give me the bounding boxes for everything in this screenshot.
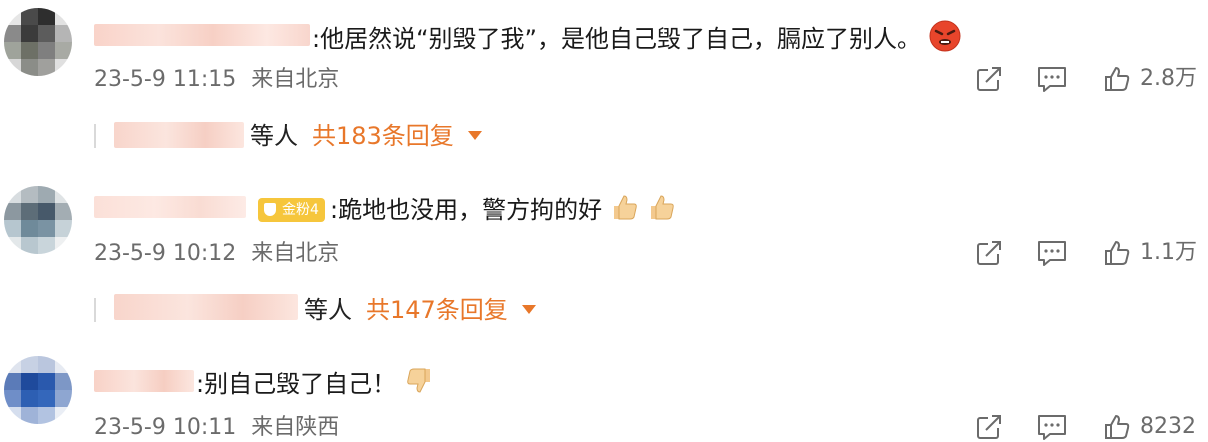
like-button[interactable]: 1.1万 <box>1102 238 1197 268</box>
comment-icon <box>1038 415 1066 440</box>
like-button[interactable]: 2.8万 <box>1102 64 1197 94</box>
chevron-down-icon <box>467 130 482 140</box>
like-button[interactable]: 8232 <box>1102 412 1196 442</box>
like-count: 2.8万 <box>1140 66 1197 91</box>
reply-suffix: 等人 <box>250 122 298 150</box>
comment-meta: 23-5-9 10:12 来自北京 <box>94 240 339 268</box>
share-icon <box>977 67 1001 91</box>
share-icon <box>977 241 1001 265</box>
thumbs-up-icon <box>647 192 677 230</box>
thumbs-up-icon <box>1105 67 1130 91</box>
chevron-down-icon <box>521 304 536 314</box>
comment-icon <box>1038 241 1066 266</box>
reply-divider <box>94 298 96 322</box>
share-button[interactable] <box>974 64 1004 94</box>
reply-count[interactable]: 共147条回复 <box>366 296 508 324</box>
comment-text: :别自己毁了自己！ <box>196 366 434 404</box>
reply-username-blurred[interactable] <box>114 294 298 320</box>
reply-count[interactable]: 共183条回复 <box>312 122 454 150</box>
like-count: 8232 <box>1140 414 1196 439</box>
thumbs-up-icon <box>610 192 640 230</box>
avatar[interactable] <box>4 356 72 424</box>
fan-badge[interactable]: 金粉4 <box>258 198 325 222</box>
reply-summary[interactable]: 等人 共147条回复 <box>304 294 536 326</box>
reply-suffix: 等人 <box>304 296 352 324</box>
thumbs-up-icon <box>1105 415 1130 439</box>
thumbs-up-icon <box>1105 241 1130 265</box>
reply-summary[interactable]: 等人 共183条回复 <box>250 120 482 152</box>
comment-text: :他居然说“别毁了我”，是他自己毁了自己，膈应了别人。 <box>312 20 961 60</box>
username-blurred[interactable] <box>94 370 194 392</box>
share-button[interactable] <box>974 238 1004 268</box>
reply-username-blurred[interactable] <box>114 122 244 148</box>
comment-meta: 23-5-9 10:11 来自陕西 <box>94 414 339 442</box>
timestamp: 23-5-9 11:15 <box>94 67 237 92</box>
comment-text: :跪地也没用，警方拘的好 <box>330 192 677 230</box>
location: 来自陕西 <box>251 415 340 440</box>
angry-face-icon <box>929 20 961 60</box>
location: 来自北京 <box>251 241 340 266</box>
comment-icon <box>1038 67 1066 92</box>
share-button[interactable] <box>974 412 1004 442</box>
username-blurred[interactable] <box>94 196 246 218</box>
like-count: 1.1万 <box>1140 240 1197 265</box>
avatar[interactable] <box>4 8 72 76</box>
share-icon <box>977 415 1001 439</box>
avatar[interactable] <box>4 186 72 254</box>
location: 来自北京 <box>251 67 340 92</box>
reply-divider <box>94 124 96 148</box>
comment-meta: 23-5-9 11:15 来自北京 <box>94 66 339 94</box>
timestamp: 23-5-9 10:11 <box>94 415 237 440</box>
timestamp: 23-5-9 10:12 <box>94 241 237 266</box>
thumbs-down-icon <box>404 366 434 404</box>
comment-button[interactable] <box>1036 64 1068 94</box>
comment-button[interactable] <box>1036 412 1068 442</box>
username-blurred[interactable] <box>94 24 310 46</box>
comment-button[interactable] <box>1036 238 1068 268</box>
